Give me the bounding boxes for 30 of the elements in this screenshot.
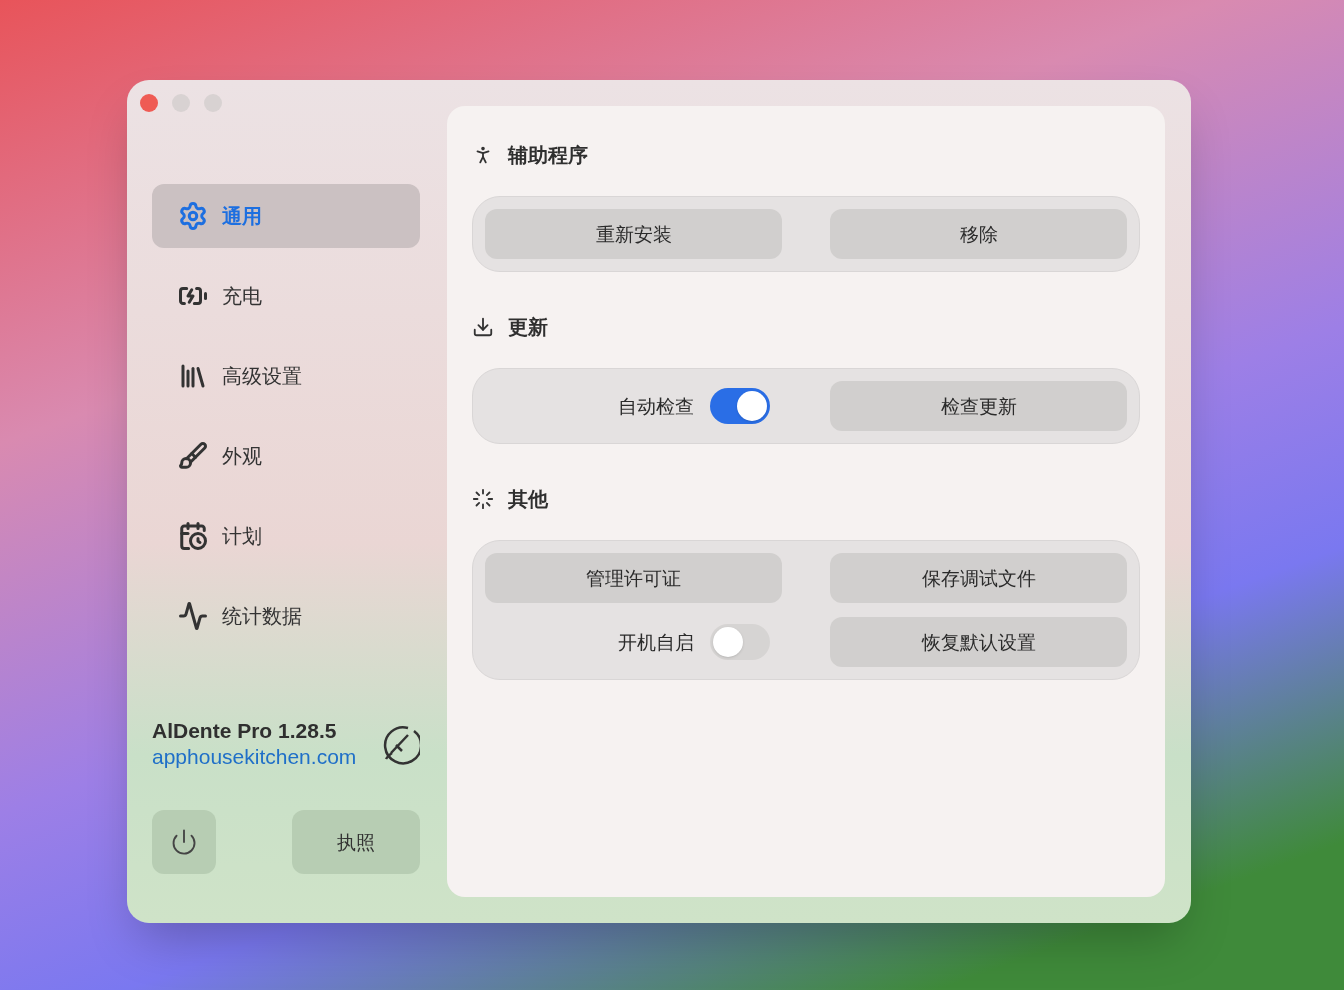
calendar-icon — [178, 521, 208, 551]
toggle-label: 开机自启 — [618, 629, 694, 655]
power-icon — [170, 828, 198, 856]
sidebar-item[interactable]: 外观 — [152, 424, 420, 488]
spinner-icon — [472, 488, 494, 510]
action-button[interactable]: 检查更新 — [830, 381, 1127, 431]
toggle-label: 自动检查 — [618, 393, 694, 419]
toggle-switch[interactable] — [710, 624, 770, 660]
section-title: 辅助程序 — [508, 142, 588, 169]
sidebar-item[interactable]: 充电 — [152, 264, 420, 328]
action-button[interactable]: 恢复默认设置 — [830, 617, 1127, 667]
section-title: 更新 — [508, 314, 548, 341]
sidebar-item[interactable]: 统计数据 — [152, 584, 420, 648]
action-button[interactable]: 管理许可证 — [485, 553, 782, 603]
settings-icon — [178, 201, 208, 231]
website-link[interactable]: apphousekitchen.com — [152, 744, 357, 770]
app-version: AlDente Pro 1.28.5 — [152, 718, 338, 744]
power-button[interactable] — [152, 810, 216, 874]
toggle-switch[interactable] — [710, 388, 770, 424]
section-title: 其他 — [508, 486, 548, 513]
sidebar-item[interactable]: 计划 — [152, 504, 420, 568]
close-button[interactable] — [140, 94, 158, 112]
action-button[interactable]: 移除 — [830, 209, 1127, 259]
sidebar-item[interactable]: 高级设置 — [152, 344, 420, 408]
activity-icon — [178, 601, 208, 631]
download-icon — [472, 316, 494, 338]
action-button[interactable]: 重新安装 — [485, 209, 782, 259]
license-button[interactable]: 执照 — [292, 810, 420, 874]
brush-icon — [178, 441, 208, 471]
action-button[interactable]: 保存调试文件 — [830, 553, 1127, 603]
